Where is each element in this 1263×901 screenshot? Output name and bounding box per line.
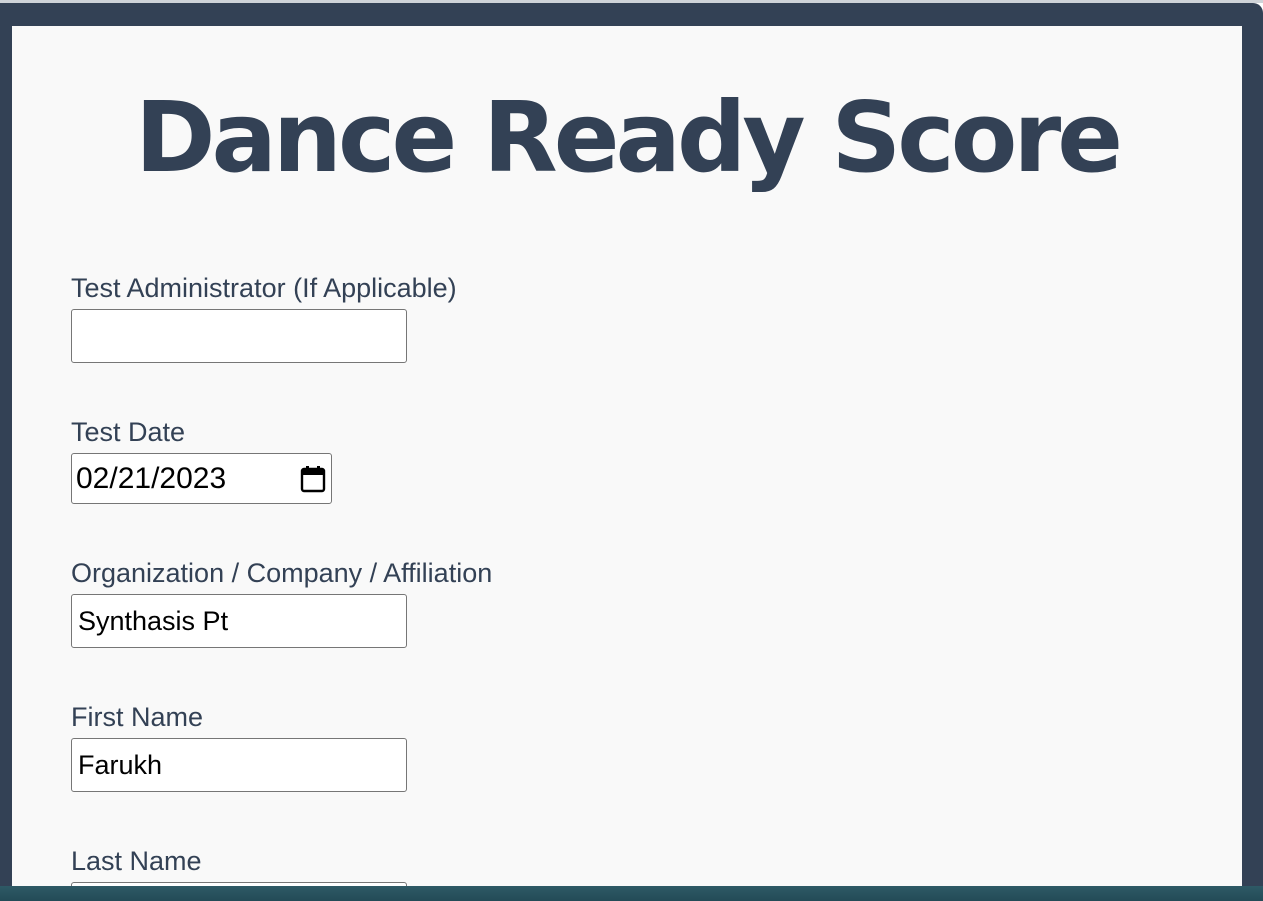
test-date-label: Test Date [71, 417, 186, 447]
form-panel: Dance Ready Score Test Administrator (If… [12, 26, 1242, 901]
test-date-input[interactable]: 02/21/2023 [71, 453, 332, 504]
page-title: Dance Ready Score [134, 81, 1123, 194]
test-administrator-label: Test Administrator (If Applicable) [71, 273, 457, 303]
organization-field: Organization / Company / Affiliation [71, 556, 492, 648]
taskbar-edge [0, 886, 1263, 901]
test-administrator-input[interactable] [71, 309, 407, 363]
organization-label: Organization / Company / Affiliation [71, 558, 493, 588]
first-name-field: First Name [71, 700, 407, 792]
first-name-label: First Name [71, 702, 204, 732]
test-date-value: 02/21/2023 [76, 461, 227, 495]
test-date-field: Test Date 02/21/2023 [71, 415, 332, 504]
last-name-label: Last Name [71, 846, 202, 876]
test-administrator-field: Test Administrator (If Applicable) [71, 271, 457, 363]
first-name-input[interactable] [71, 738, 407, 792]
organization-input[interactable] [71, 594, 407, 648]
calendar-icon[interactable] [300, 465, 326, 493]
page-frame: Dance Ready Score Test Administrator (If… [0, 3, 1263, 901]
